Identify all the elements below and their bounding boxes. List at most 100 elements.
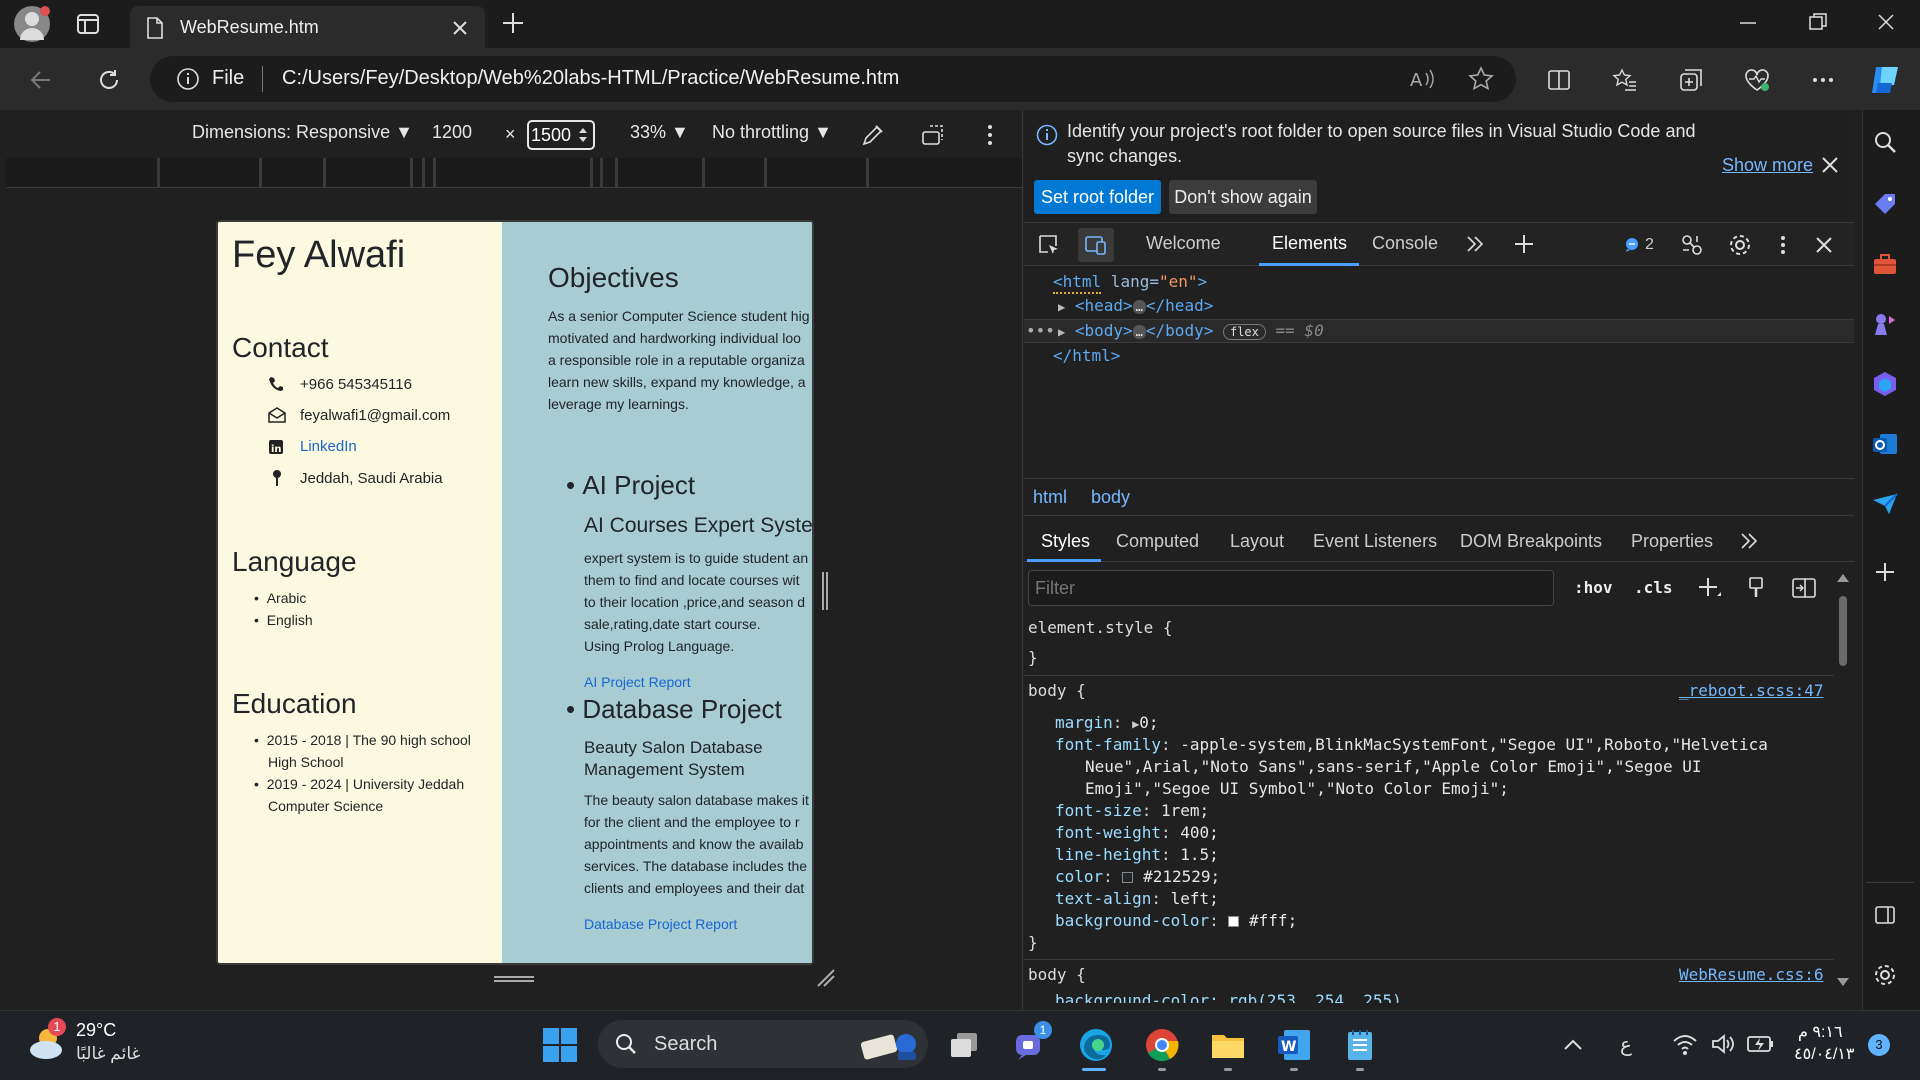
styles-scrollbar[interactable]: [1836, 572, 1850, 992]
css-declaration[interactable]: font-weight: 400;: [1055, 823, 1219, 842]
split-screen-button[interactable]: [1542, 63, 1576, 97]
close-window-button[interactable]: [1874, 10, 1898, 34]
show-more-link[interactable]: Show more: [1722, 155, 1813, 176]
sidebar-copilot-app-button[interactable]: [1868, 367, 1902, 401]
sidebar-search-button[interactable]: [1868, 125, 1902, 159]
tab-actions-icon[interactable]: [76, 12, 100, 36]
set-root-folder-button[interactable]: Set root folder: [1034, 180, 1161, 214]
paint-brush-icon[interactable]: [1745, 576, 1767, 600]
sidebar-drop-button[interactable]: [1868, 487, 1902, 521]
tab-welcome[interactable]: Welcome: [1146, 233, 1221, 254]
css-declaration[interactable]: line-height: 1.5;: [1055, 845, 1219, 864]
tab-dom-breakpoints[interactable]: DOM Breakpoints: [1460, 531, 1602, 552]
weather-desc[interactable]: غائم غالبًا: [76, 1044, 140, 1064]
css-declaration[interactable]: color: #212529;: [1055, 867, 1220, 886]
sidebar-hide-button[interactable]: [1868, 898, 1902, 932]
address-bar[interactable]: File C:/Users/Fey/Desktop/Web%20labs-HTM…: [150, 56, 1516, 102]
inspect-element-icon[interactable]: [1037, 233, 1061, 257]
element-style-selector[interactable]: element.style {: [1028, 618, 1173, 637]
hov-toggle[interactable]: :hov: [1574, 578, 1613, 597]
dom-node-head[interactable]: ▶ <head>… </head>: [1058, 296, 1213, 315]
taskbar-search[interactable]: Search: [598, 1020, 928, 1068]
dom-row-ellipsis[interactable]: •••: [1026, 321, 1055, 340]
body-selector[interactable]: body {: [1028, 965, 1086, 984]
read-aloud-icon[interactable]: A: [1410, 67, 1436, 91]
sidebar-outlook-button[interactable]: [1868, 427, 1902, 461]
file-explorer-button[interactable]: [1208, 1025, 1248, 1065]
notepad-taskbar-button[interactable]: [1340, 1025, 1380, 1065]
color-swatch[interactable]: [1228, 916, 1240, 927]
new-tab-button[interactable]: [500, 10, 526, 36]
css-declaration[interactable]: background-color: #fff;: [1055, 911, 1297, 930]
more-subtabs-chevron-icon[interactable]: [1739, 531, 1759, 551]
url-text[interactable]: C:/Users/Fey/Desktop/Web%20labs-HTML/Pra…: [282, 67, 899, 90]
tab-elements[interactable]: Elements: [1272, 233, 1347, 254]
styles-filter-input[interactable]: [1028, 570, 1554, 606]
width-resize-handle[interactable]: [822, 572, 828, 610]
reboot-source-link[interactable]: _reboot.scss:47: [1679, 681, 1824, 700]
clock-date[interactable]: ٤٥/٠٤/١٣: [1794, 1044, 1854, 1064]
sidebar-shopping-button[interactable]: [1868, 187, 1902, 221]
height-input[interactable]: 1500: [527, 120, 595, 150]
corner-resize-icon[interactable]: [816, 968, 836, 988]
db-report-link[interactable]: Database Project Report: [584, 916, 737, 932]
input-language[interactable]: ع: [1620, 1032, 1632, 1057]
tab-console[interactable]: Console: [1372, 233, 1438, 254]
sidebar-games-button[interactable]: [1868, 307, 1902, 341]
settings-more-button[interactable]: [1806, 63, 1840, 97]
dom-node-body[interactable]: ▶ <body>… </body> flex == $0: [1058, 321, 1324, 340]
weather-widget[interactable]: 1: [26, 1018, 72, 1062]
word-taskbar-button[interactable]: W: [1274, 1025, 1314, 1065]
profile-avatar[interactable]: [14, 6, 50, 42]
refresh-button[interactable]: [92, 63, 126, 97]
connection-nodes-icon[interactable]: [1680, 233, 1704, 257]
dom-node-html-close[interactable]: </html>: [1053, 346, 1120, 365]
wifi-icon[interactable]: [1672, 1032, 1698, 1056]
toggle-sidebar-icon[interactable]: [1791, 576, 1817, 600]
add-tab-plus-icon[interactable]: [1513, 233, 1535, 255]
webresume-source-link[interactable]: WebResume.css:6: [1679, 965, 1824, 984]
css-declaration[interactable]: font-size: 1rem;: [1055, 801, 1209, 820]
back-button[interactable]: [24, 63, 58, 97]
height-resize-handle[interactable]: [494, 976, 534, 982]
device-more-button[interactable]: [980, 122, 1000, 148]
color-swatch[interactable]: [1122, 872, 1134, 883]
sidebar-settings-button[interactable]: [1868, 958, 1902, 992]
settings-gear-icon[interactable]: [1728, 233, 1752, 257]
edge-taskbar-button[interactable]: [1076, 1025, 1116, 1065]
browser-tab[interactable]: WebResume.htm: [130, 6, 485, 48]
more-tabs-chevron-icon[interactable]: [1465, 234, 1485, 254]
linkedin-link[interactable]: LinkedIn: [300, 438, 357, 455]
task-view-button[interactable]: [944, 1025, 984, 1065]
spinner-icon[interactable]: [577, 126, 589, 144]
body-selector[interactable]: body {: [1028, 681, 1086, 700]
close-devtools-icon[interactable]: [1814, 235, 1834, 255]
issues-icon[interactable]: [1624, 237, 1640, 253]
clock-time[interactable]: ٩:١٦ م: [1798, 1022, 1843, 1042]
breadcrumb-body[interactable]: body: [1091, 487, 1130, 508]
new-rule-plus-icon[interactable]: [1697, 576, 1723, 602]
restore-button[interactable]: [1806, 10, 1830, 34]
sidebar-add-button[interactable]: [1868, 555, 1902, 589]
tab-properties[interactable]: Properties: [1631, 531, 1713, 552]
more-vertical-icon[interactable]: [1775, 233, 1791, 257]
eyedropper-button[interactable]: [860, 122, 886, 148]
favorite-star-icon[interactable]: [1468, 66, 1494, 92]
dom-node-html[interactable]: <html lang="en">: [1053, 272, 1207, 291]
tab-computed[interactable]: Computed: [1116, 531, 1199, 552]
notification-badge[interactable]: 3: [1868, 1034, 1890, 1056]
close-infobar-icon[interactable]: [1820, 155, 1840, 175]
volume-icon[interactable]: [1710, 1032, 1736, 1056]
collections-button[interactable]: [1674, 63, 1708, 97]
width-input[interactable]: 1200: [432, 122, 472, 143]
battery-charging-icon[interactable]: [1746, 1034, 1774, 1054]
throttling-dropdown[interactable]: No throttling ▼: [712, 122, 832, 143]
minimize-button[interactable]: [1736, 10, 1760, 34]
start-button[interactable]: [540, 1025, 580, 1065]
teams-button[interactable]: 1: [1010, 1021, 1052, 1065]
tab-event-listeners[interactable]: Event Listeners: [1313, 531, 1437, 552]
weather-temp[interactable]: 29°C: [76, 1020, 116, 1041]
zoom-dropdown[interactable]: 33% ▼: [630, 122, 689, 143]
info-icon[interactable]: [176, 67, 200, 91]
show-hidden-icons-button[interactable]: [1562, 1034, 1584, 1056]
